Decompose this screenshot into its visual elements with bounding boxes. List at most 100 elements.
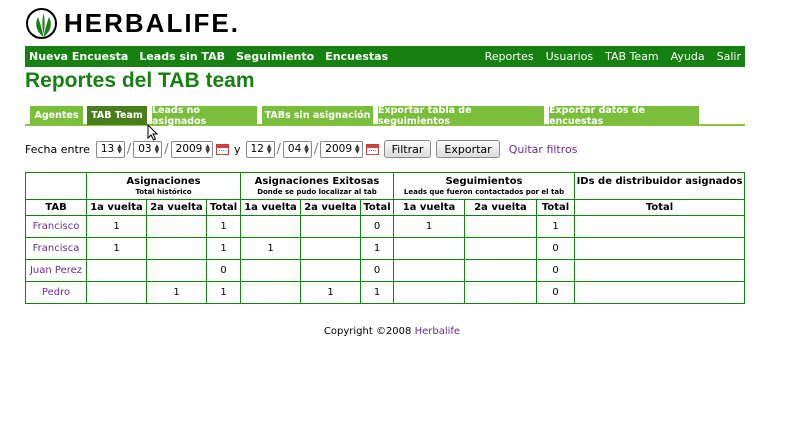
column-header: Total <box>536 199 575 216</box>
report-table: Asignaciones Total histórico Asignaciones… <box>25 172 745 304</box>
spinner-arrows-icon: ▲ ▼ <box>154 143 160 155</box>
date-separator: / <box>164 141 169 157</box>
table-cell <box>464 281 537 304</box>
nav-leads-sin-tab[interactable]: Leads sin TAB <box>139 50 225 63</box>
calendar-icon[interactable] <box>216 143 229 155</box>
table-cell: 0 <box>536 237 575 260</box>
copyright-footer: Copyright ©2008 Herbalife <box>0 326 784 337</box>
column-header: TAB <box>25 199 87 216</box>
date-separator: / <box>126 141 132 157</box>
spinner-arrows-icon: ▲ ▼ <box>266 143 272 155</box>
table-cell <box>146 237 207 260</box>
table-cell <box>146 259 207 282</box>
nav-nueva-encuesta[interactable]: Nueva Encuesta <box>29 50 128 63</box>
table-row: Francisco 1 1 0 1 1 <box>25 215 745 238</box>
nav-encuestas[interactable]: Encuestas <box>325 50 388 63</box>
table-cell: 1 <box>536 215 575 238</box>
table-cell <box>393 259 465 282</box>
export-button[interactable]: Exportar <box>436 140 500 158</box>
copyright-text: Copyright ©2008 <box>323 326 415 337</box>
spinner-arrows-icon: ▲ ▼ <box>355 143 360 155</box>
table-cell <box>86 281 147 304</box>
table-cell: 1 <box>86 215 147 238</box>
to-day-spinner[interactable]: 12 ▲ ▼ <box>245 140 275 158</box>
table-cell <box>300 237 361 260</box>
column-header: Total <box>360 199 394 216</box>
tab-exportar-seguimientos[interactable]: Exportar tabla de seguimientos <box>378 105 544 127</box>
column-header: 1a vuelta <box>86 199 147 216</box>
group-asignaciones-exitosas: Asignaciones Exitosas Donde se pudo local… <box>240 172 394 200</box>
mouse-cursor-icon <box>147 124 159 141</box>
table-cell <box>464 237 537 260</box>
date-separator: / <box>276 141 281 157</box>
nav-right: Reportes Usuarios TAB Team Ayuda Salir <box>473 50 741 63</box>
table-cell: 1 <box>146 281 207 304</box>
table-cell: 1 <box>300 281 361 304</box>
table-cell <box>300 259 361 282</box>
table-cell <box>464 259 537 282</box>
table-cell: 0 <box>360 215 394 238</box>
nav-usuarios[interactable]: Usuarios <box>546 50 594 63</box>
table-cell: 0 <box>536 259 575 282</box>
clear-filters-link[interactable]: Quitar filtros <box>509 143 578 156</box>
table-cell: 0 <box>360 259 394 282</box>
spinner-arrows-icon: ▲ ▼ <box>304 143 309 155</box>
column-header: 2a vuelta <box>300 199 361 216</box>
table-cell: 0 <box>206 259 241 282</box>
from-month-spinner[interactable]: 03 ▲ ▼ <box>133 140 163 158</box>
herbalife-logo-icon <box>26 7 57 39</box>
table-cell <box>574 237 745 260</box>
and-label: y <box>234 142 241 156</box>
table-cell: 1 <box>360 237 394 260</box>
tab-name-link[interactable]: Pedro <box>25 281 87 304</box>
table-cell: 1 <box>86 237 147 260</box>
table-cell <box>393 281 465 304</box>
spinner-arrows-icon: ▲ ▼ <box>205 143 210 155</box>
tab-exportar-encuestas[interactable]: Exportar datos de encuestas <box>549 105 699 127</box>
report-tabs: Agentes TAB Team Leads no asignados TABs… <box>25 105 745 127</box>
nav-ayuda[interactable]: Ayuda <box>671 50 705 63</box>
table-cell: 1 <box>206 215 241 238</box>
table-cell <box>146 215 207 238</box>
table-cell <box>574 215 745 238</box>
tab-name-link[interactable]: Juan Perez <box>25 259 87 282</box>
group-asignaciones: Asignaciones Total histórico <box>86 172 241 200</box>
nav-reportes[interactable]: Reportes <box>485 50 534 63</box>
herbalife-link[interactable]: Herbalife <box>415 326 461 337</box>
to-year-spinner[interactable]: 2009 ▲ ▼ <box>320 140 363 158</box>
table-cell <box>240 281 301 304</box>
table-row: Pedro 1 1 1 1 0 <box>25 281 745 304</box>
table-cell: 1 <box>206 237 241 260</box>
herbalife-logo: HERBALIFE. <box>26 7 240 39</box>
column-header: Total <box>574 199 745 216</box>
to-month-spinner[interactable]: 04 ▲ ▼ <box>282 140 312 158</box>
nav-seguimiento[interactable]: Seguimiento <box>236 50 314 63</box>
table-cell: 1 <box>240 237 301 260</box>
column-header: 2a vuelta <box>464 199 537 216</box>
table-cell: 1 <box>393 215 465 238</box>
calendar-icon[interactable] <box>365 143 379 155</box>
filter-button[interactable]: Filtrar <box>383 140 432 158</box>
tab-tab-team[interactable]: TAB Team <box>87 106 147 125</box>
tab-agentes[interactable]: Agentes <box>30 106 83 125</box>
table-subheader: TAB 1a vuelta 2a vuelta Total 1a vuelta 2a vu… <box>25 199 745 216</box>
nav-salir[interactable]: Salir <box>717 50 741 63</box>
table-cell <box>240 215 301 238</box>
tab-tabs-sin-asignacion[interactable]: TABs sin asignación <box>262 106 373 125</box>
tab-name-link[interactable]: Francisco <box>25 215 87 238</box>
tab-name-link[interactable]: Francisca <box>25 237 87 260</box>
table-cell <box>574 259 745 282</box>
column-header: 1a vuelta <box>393 199 465 216</box>
main-nav: Nueva Encuesta Leads sin TAB Seguimiento… <box>25 46 745 67</box>
column-header: 1a vuelta <box>240 199 301 216</box>
from-year-spinner[interactable]: 2009 ▲ ▼ <box>170 140 213 158</box>
group-ids-distribuidor: IDs de distribuidor asignados <box>574 172 745 200</box>
from-day-spinner[interactable]: 13 ▲ ▼ <box>95 140 125 158</box>
table-cell: 1 <box>206 281 241 304</box>
table-cell <box>464 215 537 238</box>
nav-tab-team[interactable]: TAB Team <box>605 50 659 63</box>
table-cell <box>574 281 745 304</box>
spinner-arrows-icon: ▲ ▼ <box>117 143 122 155</box>
tab-leads-no-asignados[interactable]: Leads no asignados <box>152 105 257 127</box>
filter-label: Fecha entre <box>25 142 90 156</box>
